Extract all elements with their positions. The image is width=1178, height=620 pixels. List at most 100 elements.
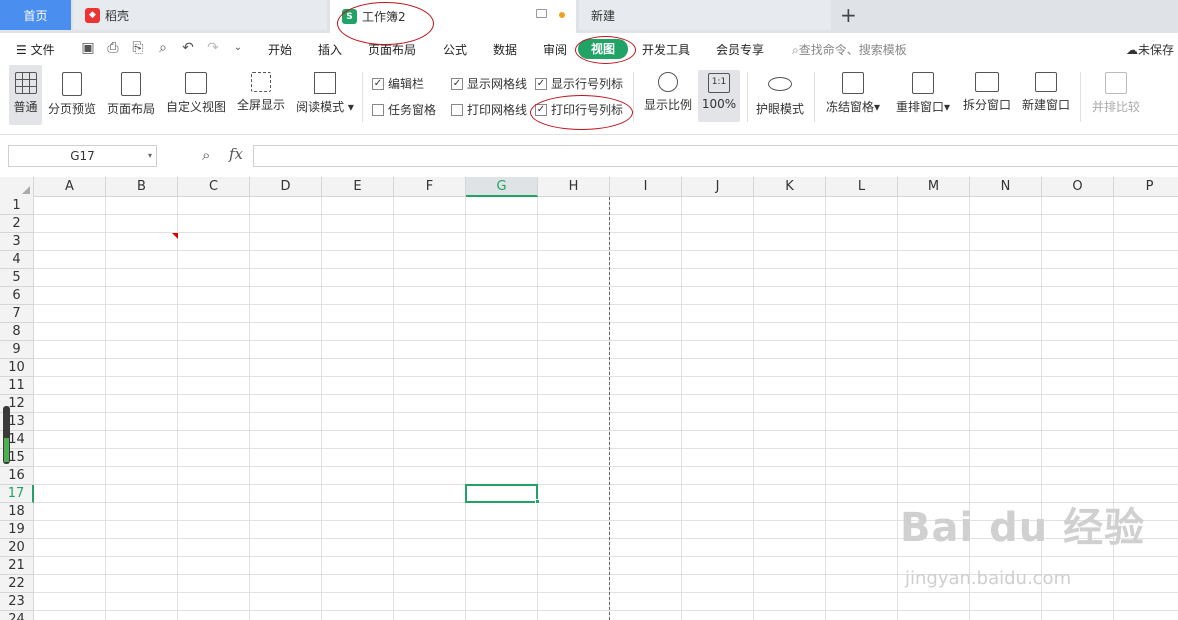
zoom-100-button[interactable]: 1:1 100%	[698, 70, 740, 122]
task-pane-checkbox[interactable]: 任务窗格	[372, 101, 436, 118]
menu-insert[interactable]: 插入	[318, 41, 342, 58]
row-header-8[interactable]: 8	[0, 323, 34, 341]
export-pdf-icon[interactable]: ⎙	[105, 40, 121, 56]
row-header-3[interactable]: 3	[0, 233, 34, 251]
menu-start[interactable]: 开始	[268, 41, 292, 58]
zoom-percent-icon	[658, 72, 678, 92]
row-header-19[interactable]: 19	[0, 521, 34, 539]
tab-new[interactable]: 新建	[579, 0, 831, 30]
grid-hline	[34, 466, 1178, 467]
spreadsheet-grid[interactable]: ABCDEFGHIJKLMNOP 1 2 3 4 5 6 7 8 9 10 11 12 13 14 15 16…	[0, 177, 1178, 620]
column-header-a[interactable]: A	[34, 177, 106, 197]
print-gridlines-checkbox[interactable]: 打印网格线	[451, 101, 527, 118]
print-icon[interactable]: ⎘	[130, 40, 146, 56]
row-header-23[interactable]: 23	[0, 593, 34, 611]
eye-protect-button[interactable]: 护眼模式	[754, 65, 806, 125]
column-header-o[interactable]: O	[1042, 177, 1114, 197]
row-header-24[interactable]: 24	[0, 611, 34, 620]
tab-home[interactable]: 首页	[0, 0, 71, 30]
row-header-2[interactable]: 2	[0, 215, 34, 233]
row-header-22[interactable]: 22	[0, 575, 34, 593]
row-header-18[interactable]: 18	[0, 503, 34, 521]
redo-icon[interactable]: ↷	[205, 40, 221, 56]
print-preview-icon[interactable]: ⌕	[155, 40, 171, 56]
row-header-6[interactable]: 6	[0, 287, 34, 305]
menu-data[interactable]: 数据	[493, 41, 517, 58]
normal-view-button[interactable]: 普通	[9, 65, 42, 125]
row-header-5[interactable]: 5	[0, 269, 34, 287]
grid-hline	[34, 430, 1178, 431]
row-header-17[interactable]: 17	[0, 485, 34, 503]
compare-icon	[1105, 72, 1127, 94]
row-header-4[interactable]: 4	[0, 251, 34, 269]
column-header-h[interactable]: H	[538, 177, 610, 197]
column-header-j[interactable]: J	[682, 177, 754, 197]
eye-protect-label: 护眼模式	[755, 102, 804, 116]
menu-developer[interactable]: 开发工具	[642, 41, 690, 58]
arrange-windows-button[interactable]: 重排窗口▾	[892, 65, 954, 125]
row-header-9[interactable]: 9	[0, 341, 34, 359]
row-header-11[interactable]: 11	[0, 377, 34, 395]
fill-handle[interactable]	[535, 499, 540, 504]
menu-formulas[interactable]: 公式	[443, 41, 467, 58]
column-header-i[interactable]: I	[610, 177, 682, 197]
eye-icon	[768, 77, 792, 91]
file-menu[interactable]: ☰ 文件	[16, 41, 55, 58]
split-window-button[interactable]: 拆分窗口	[961, 65, 1013, 125]
column-header-n[interactable]: N	[970, 177, 1042, 197]
column-header-b[interactable]: B	[106, 177, 178, 197]
quick-access-dropdown-icon[interactable]: ⌄	[230, 40, 246, 56]
row-header-10[interactable]: 10	[0, 359, 34, 377]
row-header-1[interactable]: 1	[0, 197, 34, 215]
reading-mode-button[interactable]: 阅读模式 ▾	[295, 65, 355, 125]
zoom-button[interactable]: 显示比例	[643, 65, 693, 125]
edit-bar-checkbox[interactable]: ✓ 编辑栏	[372, 75, 424, 92]
undo-icon[interactable]: ↶	[180, 40, 196, 56]
side-by-side-button[interactable]: 并排比较	[1089, 65, 1143, 125]
selected-cell-g17[interactable]	[465, 484, 538, 503]
save-icon[interactable]: ▣	[80, 40, 96, 56]
column-header-d[interactable]: D	[250, 177, 322, 197]
zoom-formula-icon[interactable]: ⌕	[202, 146, 210, 164]
arrange-windows-label: 重排窗口▾	[895, 100, 951, 114]
column-header-l[interactable]: L	[826, 177, 898, 197]
menu-member[interactable]: 会员专享	[716, 41, 764, 58]
column-header-g[interactable]: G	[466, 177, 538, 197]
menu-review[interactable]: 审阅	[543, 41, 567, 58]
monitor-icon[interactable]	[536, 9, 547, 18]
row-header-20[interactable]: 20	[0, 539, 34, 557]
freeze-panes-button[interactable]: 冻结窗格▾	[823, 65, 883, 125]
name-box[interactable]: G17 ▾	[8, 145, 157, 167]
column-header-k[interactable]: K	[754, 177, 826, 197]
tab-daoke[interactable]: ◆ 稻壳	[73, 0, 327, 30]
column-header-e[interactable]: E	[322, 177, 394, 197]
column-header-f[interactable]: F	[394, 177, 466, 197]
custom-view-label: 自定义视图	[165, 100, 226, 114]
page-break-preview-button[interactable]: 分页预览	[47, 65, 97, 125]
one-to-one-icon: 1:1	[708, 73, 730, 93]
grid-hline	[34, 448, 1178, 449]
row-header-21[interactable]: 21	[0, 557, 34, 575]
column-header-c[interactable]: C	[178, 177, 250, 197]
page-break-line	[609, 197, 610, 620]
cloud-save-status[interactable]: ☁未保存	[1126, 41, 1174, 58]
add-tab-plus-icon[interactable]: +	[840, 3, 857, 27]
new-window-button[interactable]: 新建窗口	[1019, 65, 1073, 125]
file-menu-label: 文件	[30, 43, 55, 57]
side-scroll-indicator[interactable]	[3, 406, 10, 464]
command-search[interactable]: ⌕查找命令、搜索模板	[792, 41, 907, 58]
grid-hline	[34, 322, 1178, 323]
fx-icon[interactable]: fx	[229, 145, 243, 163]
select-all-corner[interactable]	[0, 177, 34, 197]
full-screen-button[interactable]: 全屏显示	[236, 65, 286, 125]
custom-view-button[interactable]: 自定义视图	[165, 65, 227, 125]
row-header-7[interactable]: 7	[0, 305, 34, 323]
column-header-m[interactable]: M	[898, 177, 970, 197]
row-header-16[interactable]: 16	[0, 467, 34, 485]
column-header-p[interactable]: P	[1114, 177, 1178, 197]
page-layout-view-button[interactable]: 页面布局	[106, 65, 156, 125]
formula-input[interactable]	[253, 145, 1178, 167]
show-row-col-headers-checkbox[interactable]: ✓ 显示行号列标	[535, 75, 623, 92]
show-gridlines-checkbox[interactable]: ✓ 显示网格线	[451, 75, 527, 92]
tab-bar: 首页 ◆ 稻壳 S 工作簿2 新建 +	[0, 0, 1178, 33]
